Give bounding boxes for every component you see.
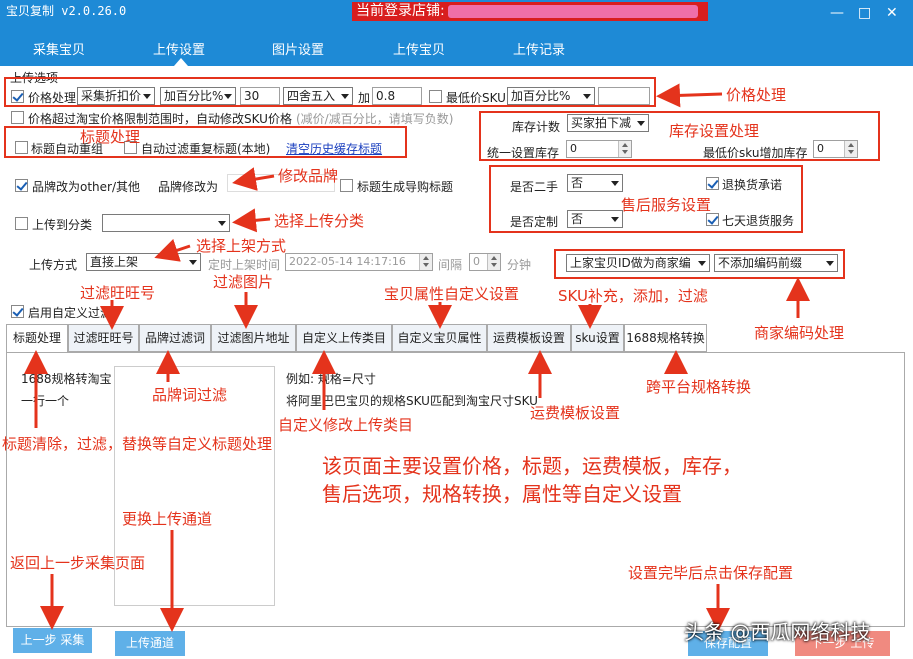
annot-price: 价格处理 xyxy=(726,86,787,104)
annot-freight: 运费模板设置 xyxy=(530,404,621,422)
interval-value: 0 xyxy=(473,255,480,268)
arrow-category xyxy=(232,208,271,233)
price-limit-hint: (减价/减百分比，请填写负数) xyxy=(296,112,454,126)
tab-collect[interactable]: 采集宝贝 xyxy=(33,39,85,58)
close-icon[interactable]: ✕ xyxy=(886,6,898,20)
category-label: 上传到分类 xyxy=(32,218,93,232)
price-limit-text: 价格超过淘宝价格限制范围时，自动修改SKU价格 xyxy=(28,112,292,126)
custom-filter-label: 启用自定义过滤 xyxy=(28,306,113,320)
tab-upload-log[interactable]: 上传记录 xyxy=(513,39,565,58)
interval-input[interactable]: 0 xyxy=(469,253,501,271)
upload-channel-button[interactable]: 上传通道 xyxy=(115,631,185,656)
subtab-wangwang[interactable]: 过滤旺旺号 xyxy=(68,324,139,352)
annot-cross: 跨平台规格转换 xyxy=(646,378,752,396)
app-title: 宝贝复制 v2.0.26.0 xyxy=(6,4,127,18)
annot-summary-1: 该页面主要设置价格，标题，运费模板，库存， xyxy=(322,454,742,478)
subtab-custom-category[interactable]: 自定义上传类目 xyxy=(296,324,392,352)
brand-other-label: 品牌改为other/其他 xyxy=(32,180,141,194)
maximize-icon[interactable]: □ xyxy=(858,6,871,20)
annot-save: 设置完毕后点击保存配置 xyxy=(628,564,794,582)
minute-label: 分钟 xyxy=(507,258,532,272)
annot-custom-cat: 自定义修改上传类目 xyxy=(278,416,414,434)
subtab-brand-filter[interactable]: 品牌过滤词 xyxy=(139,324,211,352)
annot-stock: 库存设置处理 xyxy=(669,122,760,140)
subtab-sku[interactable]: sku设置 xyxy=(571,324,624,352)
price-highlight xyxy=(4,77,656,107)
brand-other-checkbox[interactable] xyxy=(15,179,28,192)
annot-brand-filter: 品牌词过滤 xyxy=(152,386,228,404)
annot-category: 选择上传分类 xyxy=(274,212,365,230)
spec-label-1: 1688规格转淘宝 xyxy=(21,372,112,386)
arrow-price xyxy=(656,83,723,108)
subtab-image-filter[interactable]: 过滤图片地址 xyxy=(211,324,296,352)
category-select[interactable] xyxy=(102,214,230,232)
guide-title-label: 标题生成导购标题 xyxy=(357,180,454,194)
subtab-1688[interactable]: 1688规格转换 xyxy=(624,324,707,352)
annot-images: 过滤图片 xyxy=(213,273,274,291)
subtab-title[interactable]: 标题处理 xyxy=(6,324,68,353)
subtab-freight[interactable]: 运费模板设置 xyxy=(487,324,571,352)
tab-upload-settings[interactable]: 上传设置 xyxy=(153,39,205,58)
upload-mode-select[interactable]: 直接上架 xyxy=(86,253,201,271)
timed-value: 2022-05-14 14:17:16 xyxy=(289,255,406,268)
annot-upload-mode: 选择上架方式 xyxy=(196,237,287,255)
main-nav xyxy=(0,34,913,66)
guide-title-checkbox[interactable] xyxy=(340,179,353,192)
annot-summary-2: 售后选项，规格转换，属性等自定义设置 xyxy=(322,482,682,506)
annot-brand: 修改品牌 xyxy=(278,167,339,185)
minimize-icon[interactable]: — xyxy=(830,6,844,20)
subtab-custom-attrs[interactable]: 自定义宝贝属性 xyxy=(392,324,487,352)
annot-channel: 更换上传通道 xyxy=(122,510,213,528)
annot-sku: SKU补充，添加，过滤 xyxy=(558,287,708,305)
annot-title: 标题处理 xyxy=(80,128,141,146)
spec-example: 例如: 规格=尺寸 xyxy=(286,372,376,386)
annot-attrs: 宝贝属性自定义设置 xyxy=(384,285,520,303)
store-label: 当前登录店铺: xyxy=(356,3,445,19)
annot-back: 返回上一步采集页面 xyxy=(10,554,146,572)
active-tab-caret xyxy=(174,58,188,66)
annot-title-clean: 标题清除，过滤，替换等自定义标题处理 xyxy=(2,435,273,453)
custom-filter-checkbox[interactable] xyxy=(11,305,24,318)
annot-wangwang: 过滤旺旺号 xyxy=(80,284,156,302)
merchant-highlight xyxy=(554,249,845,279)
watermark: 头条 @西瓜网络科技 xyxy=(684,620,871,644)
tab-image-settings[interactable]: 图片设置 xyxy=(272,39,324,58)
price-limit-checkbox[interactable] xyxy=(11,111,24,124)
category-checkbox[interactable] xyxy=(15,217,28,230)
annot-after-sale: 售后服务设置 xyxy=(621,196,712,214)
tab-upload-items[interactable]: 上传宝贝 xyxy=(393,39,445,58)
prev-step-button[interactable]: 上一步 采集 xyxy=(13,628,92,653)
title-highlight xyxy=(4,126,407,158)
timed-input[interactable]: 2022-05-14 14:17:16 xyxy=(285,253,433,271)
spec-label-2: 一行一个 xyxy=(21,394,70,408)
upload-mode-label: 上传方式 xyxy=(29,258,78,272)
interval-label: 间隔 xyxy=(438,258,463,272)
upload-mode-value: 直接上架 xyxy=(90,255,139,269)
current-store: 当前登录店铺: xyxy=(352,2,708,21)
brand-change-label: 品牌修改为 xyxy=(158,180,219,194)
annot-merchant: 商家编码处理 xyxy=(754,324,845,342)
store-name-blurred xyxy=(448,5,698,18)
spec-desc: 将阿里巴巴宝贝的规格SKU匹配到淘宝尺寸SKU xyxy=(286,394,538,408)
